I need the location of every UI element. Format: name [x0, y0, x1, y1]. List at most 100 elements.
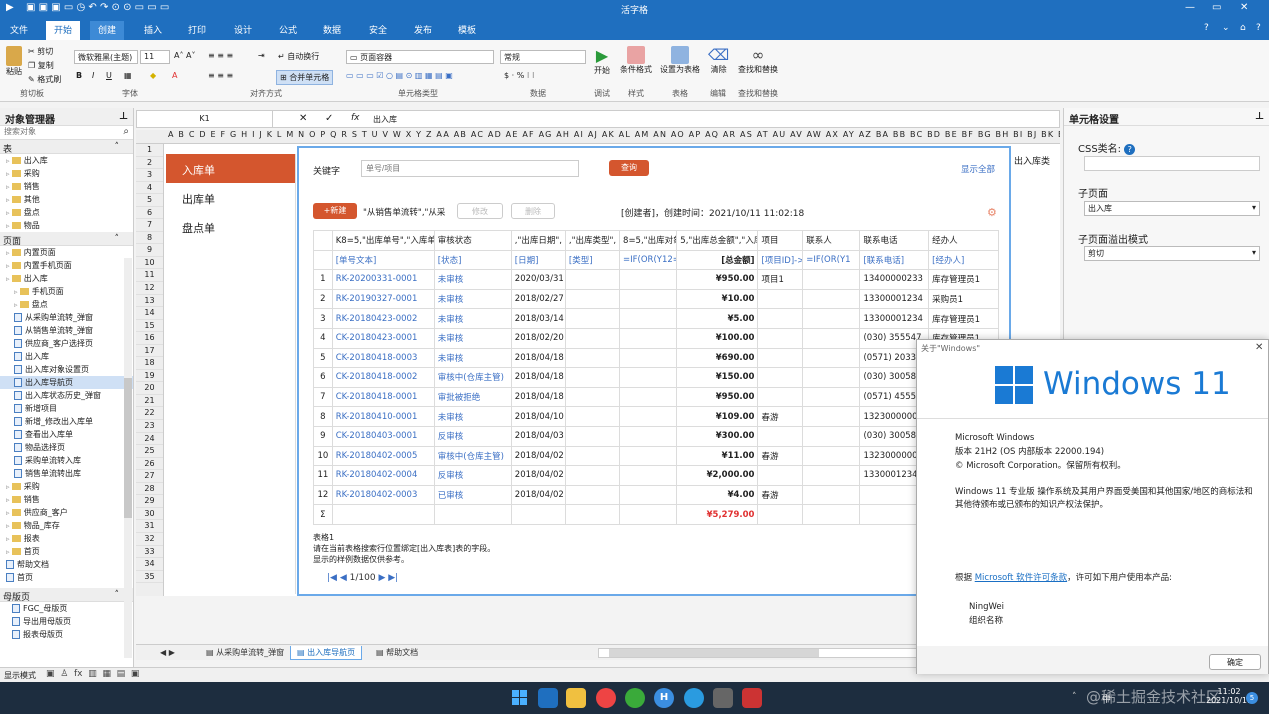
row-header[interactable]: 27 [136, 470, 163, 483]
table-item[interactable]: ▹ 物品 [0, 219, 133, 232]
nav-item-inbound[interactable]: 入库单 [166, 154, 295, 183]
tab-nav-left[interactable]: ◀ ▶ [154, 646, 181, 660]
page-item[interactable]: 出入库导航页 [0, 376, 133, 389]
table-item[interactable]: ▹ 出入库 [0, 154, 133, 167]
page-item[interactable]: ▹ 出入库 [0, 272, 133, 285]
order-number-link[interactable]: CK-20180418-0002 [331, 367, 435, 388]
wrap-text-button[interactable]: ↵ 自动换行 [278, 51, 319, 62]
table-item[interactable]: ▹ 采购 [0, 167, 133, 180]
set-table-button[interactable]: 设置为表格 [660, 46, 700, 75]
ime-indicator[interactable]: 中 [1102, 692, 1111, 705]
minimize-icon[interactable]: — [1185, 2, 1195, 13]
paste-button[interactable]: 粘贴 [6, 46, 22, 77]
row-header[interactable]: 15 [136, 320, 163, 333]
overflow-mode-select[interactable]: 剪切 ▾ [1084, 246, 1260, 261]
master-item[interactable]: FGC_母版页 [0, 602, 133, 615]
table-item[interactable]: ▹ 盘点 [0, 206, 133, 219]
page-item[interactable]: 查看出入库单 [0, 428, 133, 441]
row-header[interactable]: 3 [136, 169, 163, 182]
page-item[interactable]: 帮助文档 [0, 558, 133, 571]
row-header[interactable]: 9 [136, 244, 163, 257]
formula-input[interactable]: 出入库 [373, 114, 397, 125]
page-item[interactable]: ▹ 供应商_客户 [0, 506, 133, 519]
page-item[interactable]: ▹ 内置手机页面 [0, 259, 133, 272]
collapse-ribbon-icon[interactable]: ⌄ [1222, 23, 1230, 33]
column-header[interactable]: 联系电话 [859, 230, 930, 251]
menu-create[interactable]: 创建 [90, 21, 125, 40]
row-header[interactable]: 2 [136, 157, 163, 170]
license-link[interactable]: Microsoft 软件许可条款 [975, 573, 1067, 583]
merge-cells-button[interactable]: ⊞ 合并单元格 [276, 70, 334, 85]
row-header[interactable]: 10 [136, 257, 163, 270]
object-search[interactable]: ⌕ [0, 126, 133, 140]
conditional-format-button[interactable]: 条件格式 [620, 46, 652, 75]
row-header[interactable]: 34 [136, 558, 163, 571]
border-icon[interactable]: ▦ [124, 71, 132, 80]
master-item[interactable]: 导出用母版页 [0, 615, 133, 628]
page-item[interactable]: ▹ 物品_库存 [0, 519, 133, 532]
page-item[interactable]: 首页 [0, 571, 133, 584]
row-header[interactable]: 5 [136, 194, 163, 207]
menu-design[interactable]: 设计 [234, 23, 252, 36]
store-icon[interactable] [713, 688, 733, 708]
table-item[interactable]: ▹ 销售 [0, 180, 133, 193]
table-row[interactable]: 3 RK-20180423-0002 未审核 2018/03/14 ¥5.00 13300… [313, 308, 999, 329]
first-page-icon[interactable]: |◀ [327, 573, 337, 583]
settings-icon[interactable]: ⚙ [987, 206, 997, 219]
row-header[interactable]: 29 [136, 495, 163, 508]
page-item[interactable]: 新增_修改出入库单 [0, 415, 133, 428]
row-header[interactable]: 24 [136, 433, 163, 446]
last-page-icon[interactable]: ▶| [388, 573, 398, 583]
column-header[interactable]: 联系人 [802, 230, 861, 251]
row-header[interactable]: 7 [136, 219, 163, 232]
search-icon[interactable]: ⌕ [123, 126, 129, 137]
order-number-link[interactable]: RK-20190327-0001 [331, 288, 435, 310]
outlook-icon[interactable] [538, 688, 558, 708]
menu-template[interactable]: 模板 [458, 23, 476, 36]
row-header[interactable]: 4 [136, 182, 163, 195]
column-header[interactable]: 审核状态 [433, 230, 512, 251]
page-item[interactable]: ▹ 手机页面 [0, 285, 133, 298]
section-pages[interactable]: 页面 ˄ [0, 232, 133, 247]
close-icon[interactable]: ✕ [1240, 2, 1248, 13]
binding-cell[interactable]: =IF(OR(Y12=1,Y12 [619, 249, 678, 271]
table-row[interactable]: 12 RK-20180402-0003 已审核 2018/04/02 ¥4.00 春游 [313, 484, 999, 506]
order-number-link[interactable]: CK-20180403-0001 [331, 425, 435, 447]
file-explorer-icon[interactable] [566, 688, 586, 708]
maximize-icon[interactable]: ▭ [1212, 2, 1221, 13]
column-header[interactable]: 项目 [757, 230, 804, 251]
binding-cell[interactable]: [日期] [510, 249, 566, 271]
table-row[interactable]: 9 CK-20180403-0001 反审核 2018/04/03 ¥300.00 (03… [313, 425, 999, 447]
binding-cell[interactable]: [项目ID]->[ [757, 249, 804, 271]
table-row[interactable]: 6 CK-20180418-0002 审核中(仓库主管) 2018/04/18 ¥150… [313, 367, 999, 388]
page-item[interactable]: 销售单流转出库 [0, 467, 133, 480]
cut-button[interactable]: ✂ 剪切 [28, 46, 53, 57]
table-row[interactable]: 5 CK-20180418-0003 未审核 2018/04/18 ¥690.00 (05… [313, 347, 999, 369]
page-item[interactable]: 出入库对象设置页 [0, 363, 133, 376]
order-number-link[interactable]: RK-20180402-0005 [331, 445, 435, 467]
dialog-close-icon[interactable]: ✕ [1255, 342, 1263, 353]
cell-type-gallery[interactable]: ▭ ▭ ▭ ☑ ○ ▤ ⊙ ▥ ▦ ▤ ▣ [346, 71, 453, 80]
start-icon[interactable] [510, 688, 530, 708]
cell-reference-box[interactable]: K1 [137, 111, 273, 127]
menu-data[interactable]: 数据 [323, 23, 341, 36]
help-icon[interactable]: ? [1204, 23, 1209, 33]
nav-item-stocktake[interactable]: 盘点单 [166, 212, 295, 241]
italic-button[interactable]: I [92, 71, 94, 80]
cancel-icon[interactable]: ✕ [299, 113, 307, 124]
row-header[interactable]: 6 [136, 207, 163, 220]
subpage-select[interactable]: 出入库 ▾ [1084, 201, 1260, 216]
section-tables[interactable]: 表 ˄ [0, 140, 133, 155]
sheet-tab-nav-page[interactable]: ▤ 出入库导航页 [290, 646, 363, 660]
binding-cell[interactable]: =IF(OR(Y1 [802, 249, 861, 271]
section-master[interactable]: 母版页 ˄ [0, 588, 133, 603]
keyword-input[interactable] [361, 160, 579, 177]
sheet-tab-help[interactable]: ▤ 帮助文档 [370, 646, 424, 660]
binding-cell[interactable]: [类型] [564, 249, 621, 271]
clear-button[interactable]: ⌫ 清除 [708, 46, 729, 75]
cell-type-select[interactable]: ▭ 页面容器 [346, 50, 494, 64]
help-circle-icon[interactable]: ? [1256, 23, 1261, 33]
row-header[interactable]: 26 [136, 458, 163, 471]
chrome-icon[interactable] [596, 688, 616, 708]
bold-button[interactable]: B [76, 71, 82, 80]
